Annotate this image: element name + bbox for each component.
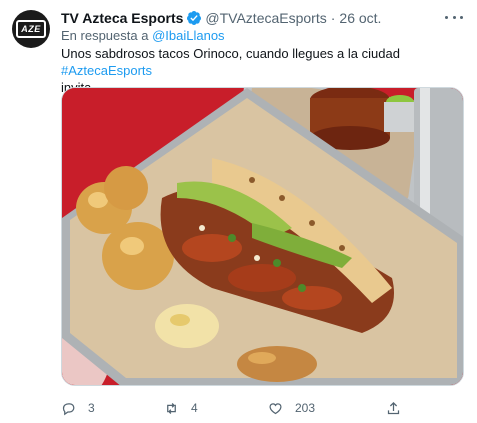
- author-name[interactable]: TV Azteca Esports: [61, 10, 183, 26]
- more-icon[interactable]: [445, 8, 463, 26]
- tweet[interactable]: AZE TV Azteca Esports @TVAztecaEsports ·…: [0, 0, 477, 423]
- reply-button[interactable]: 3: [61, 399, 95, 417]
- verified-badge-icon: [187, 11, 202, 25]
- separator-dot: ·: [330, 10, 336, 26]
- tweet-header: TV Azteca Esports @TVAztecaEsports · 26 …: [61, 8, 381, 28]
- like-count: 203: [295, 401, 316, 415]
- retweet-icon: [167, 402, 176, 414]
- reply-count: 3: [88, 401, 95, 415]
- author-handle[interactable]: @TVAztecaEsports: [205, 10, 326, 26]
- tweet-date[interactable]: 26 oct.: [339, 10, 381, 26]
- reply-to-link[interactable]: @IbaiLlanos: [152, 28, 224, 43]
- tweet-photo[interactable]: [61, 87, 464, 386]
- retweet-button[interactable]: 4: [164, 399, 198, 417]
- reply-prefix: En respuesta a: [61, 28, 149, 43]
- avatar[interactable]: AZE: [12, 10, 50, 48]
- tweet-actions: 3 4 203: [61, 399, 461, 417]
- tweet-text-main: Unos sabdrosos tacos Orinoco, cuando lle…: [61, 46, 400, 61]
- reply-context: En respuesta a @IbaiLlanos: [61, 28, 225, 43]
- heart-icon: [269, 402, 282, 414]
- like-button[interactable]: 203: [268, 399, 315, 417]
- food-photo-tacos: [62, 88, 463, 385]
- hashtag-link[interactable]: #AztecaEsports: [61, 63, 152, 78]
- share-icon: [387, 401, 400, 414]
- retweet-count: 4: [191, 401, 198, 415]
- avatar-logo: AZE: [16, 20, 46, 38]
- reply-icon: [62, 402, 75, 415]
- share-button[interactable]: [386, 399, 401, 417]
